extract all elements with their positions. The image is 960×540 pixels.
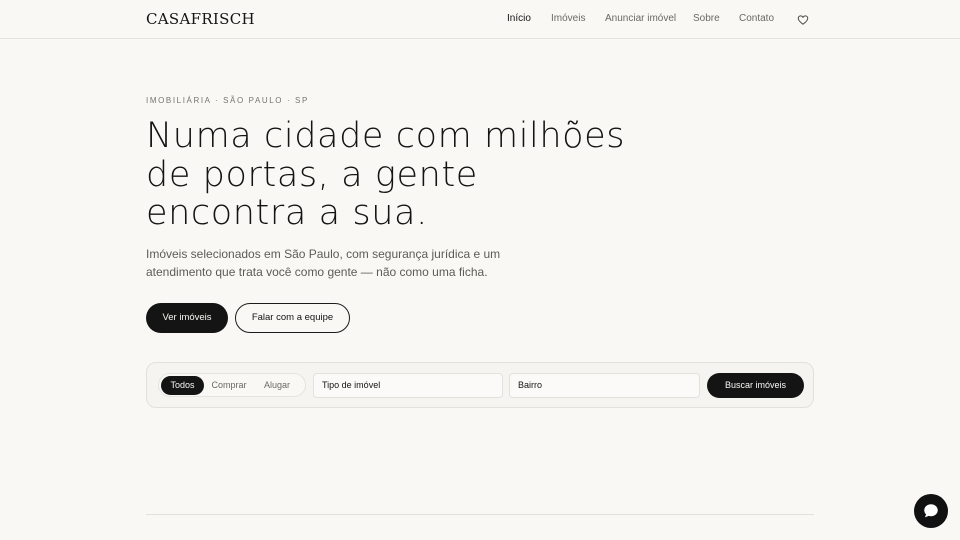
- toggle-option-todos[interactable]: Todos: [161, 376, 204, 395]
- lede-line: Imóveis selecionados em São Paulo, com s…: [146, 247, 501, 261]
- toggle-option-comprar[interactable]: Comprar: [207, 376, 251, 395]
- main-nav: Início Imóveis Anunciar imóvel Sobre Con…: [0, 12, 960, 26]
- headline-line: Numa cidade com milhões: [146, 116, 626, 156]
- chat-bubble-icon: [924, 504, 938, 518]
- deal-type-toggle: Todos Comprar Alugar: [158, 373, 306, 397]
- section-divider: [146, 514, 814, 515]
- property-search-bar: Todos Comprar Alugar Tipo de imóvel Bair…: [146, 362, 814, 408]
- district-input[interactable]: Bairro: [509, 373, 700, 398]
- site-header: CASAFRISCH Início Imóveis Anunciar imóve…: [0, 0, 960, 39]
- headline-line: encontra a sua.: [146, 193, 428, 233]
- page-title: Numa cidade com milhões de portas, a gen…: [146, 117, 646, 233]
- property-type-select[interactable]: Tipo de imóvel: [313, 373, 503, 398]
- toggle-option-alugar[interactable]: Alugar: [257, 376, 297, 395]
- hero-lede: Imóveis selecionados em São Paulo, com s…: [146, 246, 506, 281]
- page: CASAFRISCH Início Imóveis Anunciar imóve…: [0, 0, 960, 540]
- headline-line: de portas, a gente: [146, 154, 478, 195]
- falar-com-equipe-button[interactable]: Falar com a equipe: [235, 303, 350, 333]
- nav-item-anunciar-imovel[interactable]: Anunciar imóvel: [605, 12, 676, 26]
- nav-item-imoveis[interactable]: Imóveis: [551, 12, 585, 26]
- nav-item-contato[interactable]: Contato: [739, 12, 774, 26]
- buscar-imoveis-button[interactable]: Buscar imóveis: [707, 373, 804, 398]
- ver-imoveis-button[interactable]: Ver imóveis: [146, 303, 228, 333]
- nav-item-sobre[interactable]: Sobre: [693, 12, 720, 26]
- chat-button[interactable]: [914, 494, 948, 528]
- nav-item-inicio[interactable]: Início: [507, 12, 531, 26]
- eyebrow: IMOBILIÁRIA · SÃO PAULO · SP: [146, 96, 309, 105]
- lede-line: atendimento que trata você como gente — …: [146, 264, 488, 279]
- heart-icon[interactable]: [797, 13, 809, 25]
